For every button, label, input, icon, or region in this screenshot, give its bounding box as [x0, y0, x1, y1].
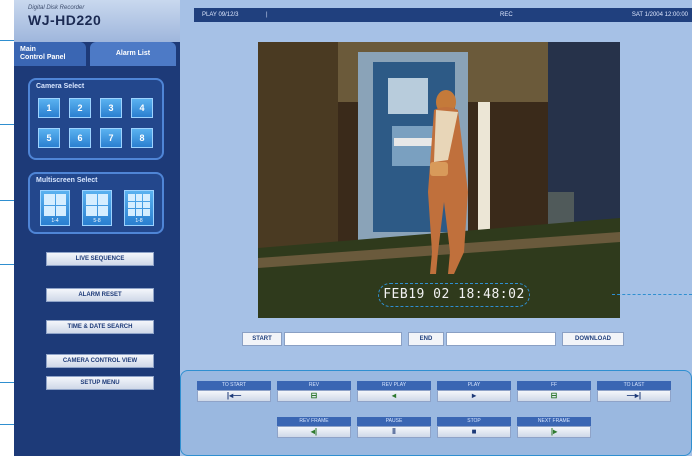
camera-frame-image: [258, 42, 620, 318]
control-label: TO LAST: [597, 381, 671, 390]
camera-select-group: Camera Select 1 2 3 4 5 6 7 8: [28, 78, 164, 160]
rev-play-icon: ◂: [357, 390, 431, 402]
recorder-web-ui: Digital Disk Recorder WJ-HD220 Main Cont…: [0, 0, 692, 456]
control-label: REV PLAY: [357, 381, 431, 390]
to-start-icon: |◂—: [197, 390, 271, 402]
setup-menu-button[interactable]: SETUP MENU: [46, 376, 154, 390]
to-start-button[interactable]: TO START |◂—: [197, 381, 271, 402]
stop-button[interactable]: STOP ■: [437, 417, 511, 438]
annotation-leader-line: [612, 294, 692, 295]
playback-control-panel: TO START |◂— REV ⊟ REV PLAY ◂ PLAY ▸ FF …: [180, 370, 692, 456]
control-label: STOP: [437, 417, 511, 426]
download-button[interactable]: DOWNLOAD: [562, 332, 624, 346]
play-button[interactable]: PLAY ▸: [437, 381, 511, 402]
tab-alarm-list[interactable]: Alarm List: [90, 42, 176, 66]
multiscreen-button-label: 1-4: [51, 218, 59, 224]
rev-frame-icon: ◂|: [277, 426, 351, 438]
quad-grid-icon: [44, 194, 66, 216]
pause-button[interactable]: PAUSE ‖: [357, 417, 431, 438]
end-button[interactable]: END: [408, 332, 444, 346]
control-label: PLAY: [437, 381, 511, 390]
stop-icon: ■: [437, 426, 511, 438]
camera-control-view-button[interactable]: CAMERA CONTROL VIEW: [46, 354, 154, 368]
status-bar: PLAY 09/12/3 | REC SAT 1/2004 12:00:00: [194, 8, 692, 22]
multiscreen-quad-button-2[interactable]: 5-8: [82, 190, 112, 226]
multiscreen-button-label: 5-8: [93, 218, 101, 224]
multiscreen-select-title: Multiscreen Select: [36, 177, 98, 184]
to-last-button[interactable]: TO LAST —▸|: [597, 381, 671, 402]
status-cursor: |: [266, 12, 268, 18]
rev-frame-button[interactable]: REV FRAME ◂|: [277, 417, 351, 438]
status-datetime: SAT 1/2004 12:00:00: [631, 12, 688, 18]
sidebar: Digital Disk Recorder WJ-HD220 Main Cont…: [14, 0, 180, 456]
multiscreen-select-group: Multiscreen Select 1-4 5-8 1-8: [28, 172, 164, 234]
multiscreen-quad-button[interactable]: 1-4: [40, 190, 70, 226]
end-time-field[interactable]: [446, 332, 556, 346]
camera-button-8[interactable]: 8: [131, 128, 153, 148]
start-button[interactable]: START: [242, 332, 282, 346]
camera-button-7[interactable]: 7: [100, 128, 122, 148]
camera-button-3[interactable]: 3: [100, 98, 122, 118]
time-date-search-button[interactable]: TIME & DATE SEARCH: [46, 320, 154, 334]
rev-button[interactable]: REV ⊟: [277, 381, 351, 402]
ff-button[interactable]: FF ⊟: [517, 381, 591, 402]
tab-main-control-panel[interactable]: Main Control Panel: [14, 42, 86, 66]
control-label: REV FRAME: [277, 417, 351, 426]
status-rec: REC: [500, 12, 513, 18]
tab-label: Main Control Panel: [20, 46, 66, 61]
alarm-reset-button[interactable]: ALARM RESET: [46, 288, 154, 302]
control-label: FF: [517, 381, 591, 390]
control-label: TO START: [197, 381, 271, 390]
rev-icon: ⊟: [277, 390, 351, 402]
search-row: START END DOWNLOAD: [180, 332, 692, 346]
multiscreen-button-label: 1-8: [135, 218, 143, 224]
brand-model: WJ-HD220: [28, 12, 102, 28]
camera-button-2[interactable]: 2: [69, 98, 91, 118]
camera-select-title: Camera Select: [36, 83, 85, 90]
camera-button-6[interactable]: 6: [69, 128, 91, 148]
start-time-field[interactable]: [284, 332, 402, 346]
brand-subtitle: Digital Disk Recorder: [28, 5, 85, 11]
to-last-icon: —▸|: [597, 390, 671, 402]
pause-icon: ‖: [357, 426, 431, 438]
next-frame-icon: |▸: [517, 426, 591, 438]
multiscreen-nine-button[interactable]: 1-8: [124, 190, 154, 226]
camera-button-1[interactable]: 1: [38, 98, 60, 118]
tab-bar: Main Control Panel Alarm List: [14, 42, 180, 66]
play-icon: ▸: [437, 390, 511, 402]
tab-label: Alarm List: [115, 50, 151, 57]
live-sequence-button[interactable]: LIVE SEQUENCE: [46, 252, 154, 266]
viewer-timestamp: FEB19 02 18:48:02: [378, 283, 530, 307]
main-panel: PLAY 09/12/3 | REC SAT 1/2004 12:00:00 F…: [180, 0, 692, 456]
video-viewer[interactable]: [258, 42, 620, 318]
control-label: REV: [277, 381, 351, 390]
nine-grid-icon: [128, 194, 150, 216]
status-play: PLAY 09/12/3: [202, 12, 239, 18]
quad-grid-icon: [86, 194, 108, 216]
control-label: NEXT FRAME: [517, 417, 591, 426]
control-label: PAUSE: [357, 417, 431, 426]
rev-play-button[interactable]: REV PLAY ◂: [357, 381, 431, 402]
ff-icon: ⊟: [517, 390, 591, 402]
brand-header: Digital Disk Recorder WJ-HD220: [14, 0, 180, 42]
next-frame-button[interactable]: NEXT FRAME |▸: [517, 417, 591, 438]
camera-button-4[interactable]: 4: [131, 98, 153, 118]
camera-button-5[interactable]: 5: [38, 128, 60, 148]
